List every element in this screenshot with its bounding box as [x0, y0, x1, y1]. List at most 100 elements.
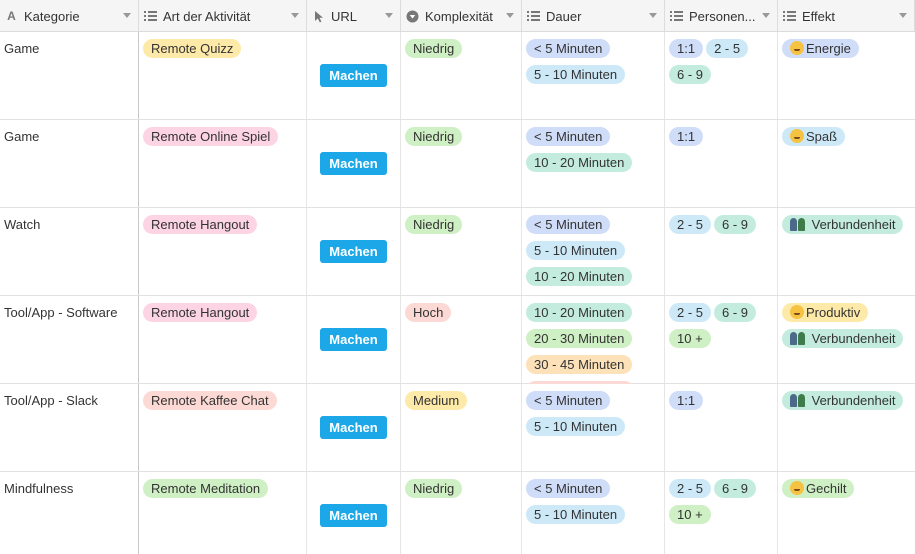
cell-dauer[interactable]: < 5 Minuten 5 - 10 Minuten	[522, 384, 665, 472]
cell-effekt[interactable]: Spaß	[778, 120, 915, 208]
dauer-tag[interactable]: 10 - 20 Minuten	[526, 303, 633, 322]
dauer-tag[interactable]: < 5 Minuten	[526, 479, 611, 498]
cell-komplexitaet[interactable]: Niedrig	[401, 32, 522, 120]
cell-dauer[interactable]: < 5 Minuten 5 - 10 Minuten	[522, 472, 665, 554]
machen-button[interactable]: Machen	[320, 152, 387, 175]
dauer-tag[interactable]: 5 - 10 Minuten	[526, 505, 626, 524]
column-header-5[interactable]: Personen...	[665, 0, 778, 32]
komplexitaet-tag[interactable]: Hoch	[405, 303, 452, 322]
cell-url[interactable]: Machen	[307, 472, 401, 554]
chevron-down-icon[interactable]	[291, 13, 299, 18]
personen-tag[interactable]: 2 - 5	[669, 479, 712, 498]
column-header-1[interactable]: Art der Aktivität	[139, 0, 307, 32]
art-tag[interactable]: Remote Quizz	[143, 39, 242, 58]
cell-url[interactable]: Machen	[307, 120, 401, 208]
machen-button[interactable]: Machen	[320, 328, 387, 351]
komplexitaet-tag[interactable]: Niedrig	[405, 215, 463, 234]
dauer-tag[interactable]: 5 - 10 Minuten	[526, 65, 626, 84]
komplexitaet-tag[interactable]: Medium	[405, 391, 468, 410]
chevron-down-icon[interactable]	[123, 13, 131, 18]
column-header-3[interactable]: Komplexität	[401, 0, 522, 32]
cell-art-der-aktivitaet[interactable]: Remote Kaffee Chat	[139, 384, 307, 472]
cell-personen[interactable]: 1:1 2 - 5 6 - 9	[665, 32, 778, 120]
cell-personen[interactable]: 1:1	[665, 384, 778, 472]
column-header-0[interactable]: A Kategorie	[0, 0, 139, 32]
cell-art-der-aktivitaet[interactable]: Remote Meditation	[139, 472, 307, 554]
effekt-tag[interactable]: Verbundenheit	[782, 329, 904, 348]
cell-art-der-aktivitaet[interactable]: Remote Hangout	[139, 296, 307, 384]
dauer-tag[interactable]: < 5 Minuten	[526, 39, 611, 58]
dauer-tag[interactable]: < 5 Minuten	[526, 127, 611, 146]
effekt-tag[interactable]: Gechilt	[782, 479, 855, 498]
table-row[interactable]: Game Remote Online Spiel Machen Niedrig < 5 …	[0, 120, 915, 208]
effekt-tag[interactable]: Verbundenheit	[782, 391, 904, 410]
column-header-6[interactable]: Effekt	[778, 0, 915, 32]
cell-art-der-aktivitaet[interactable]: Remote Online Spiel	[139, 120, 307, 208]
personen-tag[interactable]: 10 +	[669, 505, 711, 524]
cell-kategorie[interactable]: Game	[0, 32, 139, 120]
table-row[interactable]: Tool/App - Software Remote Hangout Machen H…	[0, 296, 915, 384]
personen-tag[interactable]: 6 - 9	[714, 303, 757, 322]
cell-komplexitaet[interactable]: Niedrig	[401, 208, 522, 296]
chevron-down-icon[interactable]	[506, 13, 514, 18]
cell-url[interactable]: Machen	[307, 32, 401, 120]
dauer-tag[interactable]: 5 - 10 Minuten	[526, 241, 626, 260]
personen-tag[interactable]: 6 - 9	[669, 65, 712, 84]
dauer-tag[interactable]: 10 - 20 Minuten	[526, 153, 633, 172]
cell-effekt[interactable]: Gechilt	[778, 472, 915, 554]
effekt-tag[interactable]: Verbundenheit	[782, 215, 904, 234]
effekt-tag[interactable]: Produktiv	[782, 303, 869, 322]
cell-effekt[interactable]: Produktiv Verbundenheit	[778, 296, 915, 384]
cell-personen[interactable]: 2 - 5 6 - 9 10 +	[665, 472, 778, 554]
machen-button[interactable]: Machen	[320, 64, 387, 87]
cell-dauer[interactable]: < 5 Minuten 5 - 10 Minuten 10 - 20 Minuten	[522, 208, 665, 296]
cell-dauer[interactable]: 10 - 20 Minuten 20 - 30 Minuten 30 - 45 Mi…	[522, 296, 665, 384]
table-row[interactable]: Tool/App - Slack Remote Kaffee Chat Machen…	[0, 384, 915, 472]
column-header-2[interactable]: URL	[307, 0, 401, 32]
cell-kategorie[interactable]: Tool/App - Slack	[0, 384, 139, 472]
cell-komplexitaet[interactable]: Niedrig	[401, 120, 522, 208]
chevron-down-icon[interactable]	[649, 13, 657, 18]
komplexitaet-tag[interactable]: Niedrig	[405, 479, 463, 498]
cell-url[interactable]: Machen	[307, 296, 401, 384]
cell-kategorie[interactable]: Mindfulness	[0, 472, 139, 554]
cell-url[interactable]: Machen	[307, 208, 401, 296]
personen-tag[interactable]: 6 - 9	[714, 479, 757, 498]
cell-url[interactable]: Machen	[307, 384, 401, 472]
table-row[interactable]: Mindfulness Remote Meditation Machen Niedri…	[0, 472, 915, 554]
dauer-tag[interactable]: 10 - 20 Minuten	[526, 267, 633, 286]
machen-button[interactable]: Machen	[320, 240, 387, 263]
cell-komplexitaet[interactable]: Hoch	[401, 296, 522, 384]
chevron-down-icon[interactable]	[762, 13, 770, 18]
effekt-tag[interactable]: Spaß	[782, 127, 846, 146]
cell-dauer[interactable]: < 5 Minuten 5 - 10 Minuten	[522, 32, 665, 120]
cell-personen[interactable]: 2 - 5 6 - 9 10 +	[665, 296, 778, 384]
cell-kategorie[interactable]: Game	[0, 120, 139, 208]
cell-art-der-aktivitaet[interactable]: Remote Quizz	[139, 32, 307, 120]
dauer-tag[interactable]: 30 - 45 Minuten	[526, 355, 633, 374]
chevron-down-icon[interactable]	[899, 13, 907, 18]
art-tag[interactable]: Remote Kaffee Chat	[143, 391, 277, 410]
cell-personen[interactable]: 2 - 5 6 - 9	[665, 208, 778, 296]
dauer-tag[interactable]: 5 - 10 Minuten	[526, 417, 626, 436]
dauer-tag[interactable]: < 5 Minuten	[526, 215, 611, 234]
komplexitaet-tag[interactable]: Niedrig	[405, 39, 463, 58]
cell-kategorie[interactable]: Tool/App - Software	[0, 296, 139, 384]
personen-tag[interactable]: 2 - 5	[669, 303, 712, 322]
personen-tag[interactable]: 1:1	[669, 127, 704, 146]
table-row[interactable]: Game Remote Quizz Machen Niedrig < 5 Minuten…	[0, 32, 915, 120]
cell-effekt[interactable]: Verbundenheit	[778, 208, 915, 296]
personen-tag[interactable]: 1:1	[669, 39, 704, 58]
machen-button[interactable]: Machen	[320, 416, 387, 439]
personen-tag[interactable]: 2 - 5	[669, 215, 712, 234]
personen-tag[interactable]: 10 +	[669, 329, 711, 348]
table-row[interactable]: Watch Remote Hangout Machen Niedrig < 5 Minu…	[0, 208, 915, 296]
effekt-tag[interactable]: Energie	[782, 39, 859, 58]
column-header-4[interactable]: Dauer	[522, 0, 665, 32]
cell-effekt[interactable]: Verbundenheit	[778, 384, 915, 472]
cell-effekt[interactable]: Energie	[778, 32, 915, 120]
personen-tag[interactable]: 2 - 5	[706, 39, 749, 58]
cell-art-der-aktivitaet[interactable]: Remote Hangout	[139, 208, 307, 296]
komplexitaet-tag[interactable]: Niedrig	[405, 127, 463, 146]
art-tag[interactable]: Remote Meditation	[143, 479, 269, 498]
